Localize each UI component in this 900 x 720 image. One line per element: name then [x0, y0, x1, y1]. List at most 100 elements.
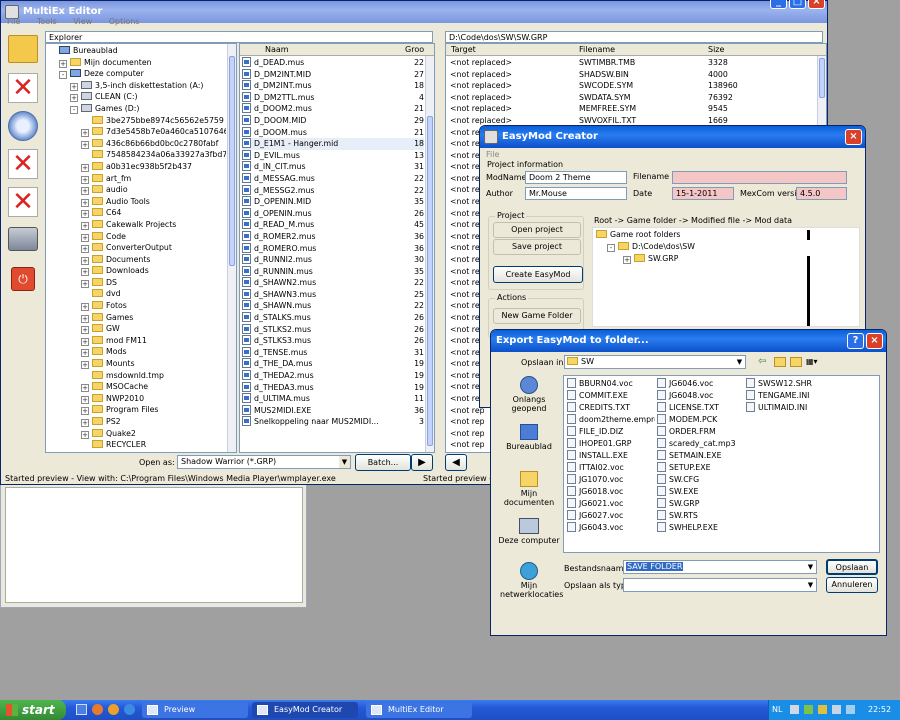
tree-item[interactable]: +7d3e5458b7e0a460ca5107646f03 — [48, 126, 226, 138]
export-file-item[interactable]: JG6043.voc — [567, 522, 655, 534]
easymod-close-button[interactable]: × — [845, 129, 862, 145]
taskbar-item-easymod[interactable]: EasyMod Creator — [252, 702, 358, 718]
tree-item[interactable]: + Quake2 — [48, 428, 226, 440]
bestandsnaam-dropdown-icon[interactable]: ▼ — [805, 561, 816, 573]
export-file-list[interactable]: BBURN04.voc COMMIT.EXE CREDITS.TXT doom2the… — [563, 375, 880, 553]
file-row[interactable]: d_DEAD.mus 22 — [242, 57, 424, 69]
expand-icon[interactable]: + — [81, 303, 89, 312]
export-file-item[interactable]: FILE_ID.DIZ — [567, 426, 655, 438]
tree-item[interactable]: 7548584234a06a33927a3fbd73f2 — [48, 149, 226, 161]
file-row[interactable]: d_DM2INT.mus 18 — [242, 80, 424, 92]
tree-item[interactable]: + audio — [48, 184, 226, 196]
file-row[interactable]: d_STLKS3.mus 26 — [242, 335, 424, 347]
expand-icon[interactable]: + — [81, 210, 89, 219]
tree-item[interactable]: + a0b31ec938b5f2b437 — [48, 161, 226, 173]
file-row[interactable]: d_STLKS2.mus 26 — [242, 323, 424, 336]
file-row[interactable]: d_SHAWN3.mus 25 — [242, 288, 424, 301]
place-computer[interactable]: Deze computer — [496, 516, 562, 552]
tree-item[interactable]: + Mounts — [48, 358, 226, 370]
expand-icon[interactable]: + — [81, 361, 89, 370]
quicklaunch-media-icon[interactable] — [108, 704, 119, 715]
expand-icon[interactable]: + — [81, 395, 89, 404]
tree-item[interactable]: +3,5-inch diskettestation (A:) — [48, 80, 226, 92]
file-row[interactable]: d_RUNNI2.mus 30 — [242, 254, 424, 266]
tree-item[interactable]: RECYCLER — [48, 439, 226, 451]
expand-icon[interactable]: + — [81, 326, 89, 335]
file-row[interactable]: d_SHAWN.mus 22 — [242, 300, 424, 312]
tree-item[interactable]: + Audio Tools — [48, 196, 226, 208]
export-file-item[interactable]: ORDER.FRM — [657, 426, 745, 438]
opslaan-als-dropdown-icon[interactable]: ▼ — [805, 579, 816, 591]
new-folder-icon[interactable] — [790, 357, 802, 367]
tree-item[interactable]: 3be275bbe8974c56562e5759 — [48, 115, 226, 127]
export-file-item[interactable]: BBURN04.voc — [567, 378, 655, 390]
file-row[interactable]: D_DM2TTL.mus 4 — [242, 91, 424, 104]
export-file-item[interactable]: SW.EXE — [657, 486, 745, 498]
multiex-close-button[interactable]: × — [808, 0, 825, 9]
tree-item[interactable]: msdownld.tmp — [48, 370, 226, 382]
export-file-item[interactable]: JG6027.voc — [567, 510, 655, 522]
file-row[interactable]: d_THE_DA.mus 19 — [242, 358, 424, 370]
modname-field[interactable]: Doom 2 Theme — [525, 171, 627, 184]
drive-icon[interactable] — [8, 227, 38, 251]
open-as-dropdown-icon[interactable]: ▼ — [339, 456, 350, 468]
export-file-item[interactable]: ITTAI02.voc — [567, 462, 655, 474]
open-folder-icon[interactable] — [8, 35, 38, 63]
file-scrollbar[interactable] — [425, 56, 434, 452]
play-button[interactable]: ▶ — [411, 454, 433, 471]
tree-item[interactable]: + NWP2010 — [48, 393, 226, 405]
file-row[interactable]: d_ROMER2.mus 36 — [242, 230, 424, 243]
tree-item[interactable]: + GW — [48, 323, 226, 335]
grp-row-partial[interactable]: <not repl — [450, 428, 484, 440]
expand-icon[interactable]: + — [81, 175, 89, 184]
expand-icon[interactable]: + — [81, 163, 89, 172]
export-file-item[interactable]: MODEM.PCK — [657, 414, 745, 426]
multiex-minimize-button[interactable]: _ — [770, 0, 787, 9]
expand-icon[interactable]: + — [81, 384, 89, 393]
grp-row[interactable]: <not replaced> SHADSW.BIN 4000 — [450, 69, 810, 81]
taskbar-item-multiex[interactable]: MultiEx Editor — [366, 702, 472, 718]
grp-row-partial[interactable]: <not repl — [450, 451, 484, 452]
tray-icon[interactable] — [790, 705, 799, 714]
tree-item[interactable]: Bureaublad — [48, 45, 226, 57]
export-close-button[interactable]: × — [866, 333, 883, 349]
file-row[interactable]: d_SHAWN2.mus 22 — [242, 277, 424, 289]
expand-icon[interactable]: + — [81, 268, 89, 277]
file-row[interactable]: d_TENSE.mus 31 — [242, 346, 424, 359]
create-easymod-button[interactable]: Create EasyMod — [493, 266, 583, 283]
export-file-item[interactable]: SETUP.EXE — [657, 462, 745, 474]
disk-refresh-icon[interactable] — [8, 111, 38, 141]
tree-item[interactable]: + Cakewalk Projects — [48, 219, 226, 231]
place-desktop[interactable]: Bureaublad — [496, 422, 562, 458]
tree-item[interactable]: + PS2 — [48, 416, 226, 428]
tree-item[interactable]: + Mods — [48, 346, 226, 358]
menu-tools[interactable]: Tools — [37, 17, 57, 26]
export-file-item[interactable]: JG6018.voc — [567, 486, 655, 498]
file-row[interactable]: d_READ_M.mus 45 — [242, 219, 424, 231]
export-file-item[interactable]: JG6046.voc — [657, 378, 745, 390]
col-size[interactable]: Size — [708, 44, 724, 56]
open-project-button[interactable]: Open project — [493, 222, 581, 238]
batch-button[interactable]: Batch... — [355, 454, 411, 471]
expand-icon[interactable]: + — [70, 82, 78, 91]
expand-icon[interactable]: + — [81, 407, 89, 416]
export-file-item[interactable]: CREDITS.TXT — [567, 402, 655, 414]
expand-icon[interactable]: + — [81, 221, 89, 230]
tree-item[interactable]: + Program Files — [48, 404, 226, 416]
tree-item[interactable]: + C64 — [48, 207, 226, 219]
view-menu-icon[interactable]: ▦▾ — [806, 357, 822, 367]
export-file-item[interactable]: ULTIMAID.INI — [746, 402, 834, 414]
opslaan-in-select[interactable]: SW — [564, 355, 746, 369]
grp-row[interactable]: <not replaced> SWCODE.SYM 138960 — [450, 80, 810, 92]
quicklaunch-ie-icon[interactable] — [124, 704, 135, 715]
export-file-item[interactable]: SW.GRP — [657, 498, 745, 510]
place-documents[interactable]: Mijn documenten — [496, 469, 562, 507]
delete-all-red-x-icon[interactable]: ✕ — [8, 187, 38, 217]
file-row[interactable]: d_MESSG2.mus 22 — [242, 184, 424, 197]
author-field[interactable]: Mr.Mouse — [525, 187, 627, 200]
grp-row-partial[interactable]: <not repl — [450, 416, 484, 428]
tree-item[interactable]: + DS — [48, 277, 226, 289]
quicklaunch-desktop-icon[interactable] — [76, 704, 87, 715]
save-project-button[interactable]: Save project — [493, 239, 581, 255]
file-row[interactable]: d_MESSAG.mus 22 — [242, 172, 424, 185]
